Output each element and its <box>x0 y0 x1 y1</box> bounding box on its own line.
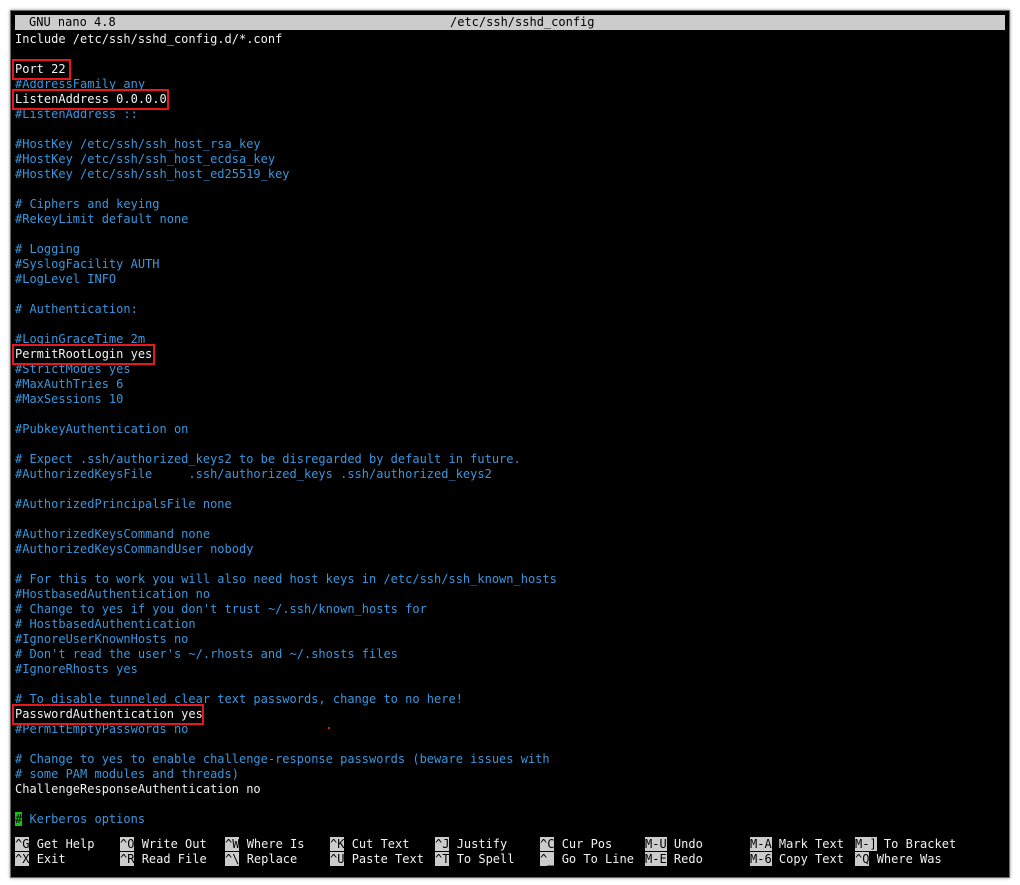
shortcut-item[interactable]: ^U Paste Text <box>330 852 424 867</box>
config-line[interactable]: # HostbasedAuthentication <box>15 617 196 632</box>
file-path: /etc/ssh/sshd_config <box>450 15 595 29</box>
config-line[interactable]: #HostKey /etc/ssh/ssh_host_ed25519_key <box>15 167 290 182</box>
shortcut-item[interactable]: ^_ Go To Line <box>540 852 634 867</box>
config-line[interactable]: #MaxSessions 10 <box>15 392 123 407</box>
config-line[interactable]: PasswordAuthentication yes <box>15 707 203 722</box>
config-line[interactable]: ListenAddress 0.0.0.0 <box>15 92 167 107</box>
config-line[interactable]: Port 22 <box>15 62 66 77</box>
config-line[interactable]: #HostKey /etc/ssh/ssh_host_rsa_key <box>15 137 261 152</box>
shortcut-label: Copy Text <box>778 852 844 866</box>
config-line[interactable]: #MaxAuthTries 6 <box>15 377 123 392</box>
config-line[interactable]: #StrictModes yes <box>15 362 131 377</box>
shortcut-item[interactable]: ^T To Spell <box>435 852 514 867</box>
shortcut-item[interactable]: ^Q Where Was <box>855 852 942 867</box>
config-line[interactable]: #PermitEmptyPasswords no <box>15 722 188 737</box>
config-line[interactable]: # Change to yes if you don't trust ~/.ss… <box>15 602 427 617</box>
config-line[interactable]: ChallengeResponseAuthentication no <box>15 782 261 797</box>
shortcut-key: ^T <box>435 852 450 866</box>
shortcut-label: Where Is <box>246 837 305 851</box>
config-line[interactable]: #AuthorizedPrincipalsFile none <box>15 497 232 512</box>
config-line[interactable]: # Kerberos options <box>15 812 145 827</box>
shortcut-item[interactable]: M-U Undo <box>645 837 703 852</box>
config-line[interactable]: # For this to work you will also need ho… <box>15 572 557 587</box>
shortcut-item[interactable]: ^G Get Help <box>15 837 94 852</box>
shortcut-item[interactable]: ^C Cur Pos <box>540 837 612 852</box>
shortcut-key: ^X <box>15 852 30 866</box>
config-line[interactable]: #HostbasedAuthentication no <box>15 587 210 602</box>
shortcut-key: M-A <box>750 837 772 851</box>
shortcut-item[interactable]: M-E Redo <box>645 852 703 867</box>
config-line[interactable]: #HostKey /etc/ssh/ssh_host_ecdsa_key <box>15 152 275 167</box>
shortcut-label: Exit <box>36 852 66 866</box>
config-line[interactable]: #AddressFamily any <box>15 77 145 92</box>
shortcut-item[interactable]: ^J Justify <box>435 837 507 852</box>
shortcut-item[interactable]: ^O Write Out <box>120 837 207 852</box>
config-line[interactable]: #RekeyLimit default none <box>15 212 188 227</box>
shortcut-item[interactable]: ^R Read File <box>120 852 207 867</box>
shortcut-label: To Bracket <box>883 837 957 851</box>
shortcut-item[interactable]: ^W Where Is <box>225 837 304 852</box>
shortcut-label: To Spell <box>456 852 515 866</box>
shortcut-key: ^O <box>120 837 135 851</box>
shortcut-key: M-E <box>645 852 667 866</box>
config-line[interactable]: #IgnoreUserKnownHosts no <box>15 632 188 647</box>
config-line[interactable]: #SyslogFacility AUTH <box>15 257 160 272</box>
shortcut-key: ^G <box>15 837 30 851</box>
shortcut-key: ^K <box>330 837 345 851</box>
nano-title-bar: GNU nano 4.8 /etc/ssh/sshd_config <box>15 15 1005 30</box>
config-line[interactable]: #AuthorizedKeysFile .ssh/authorized_keys… <box>15 467 492 482</box>
config-line[interactable]: # Authentication: <box>15 302 138 317</box>
shortcut-key: M-6 <box>750 852 772 866</box>
shortcut-label: Go To Line <box>561 852 634 866</box>
config-line[interactable]: #AuthorizedKeysCommandUser nobody <box>15 542 253 557</box>
config-line[interactable]: #IgnoreRhosts yes <box>15 662 138 677</box>
config-line[interactable]: # Logging <box>15 242 80 257</box>
shortcut-key: ^J <box>435 837 450 851</box>
line-text: Kerberos options <box>22 812 146 826</box>
config-line[interactable]: #LogLevel INFO <box>15 272 116 287</box>
shortcut-item[interactable]: ^K Cut Text <box>330 837 409 852</box>
config-line[interactable]: # Don't read the user's ~/.rhosts and ~/… <box>15 647 398 662</box>
shortcut-key: ^_ <box>540 852 555 866</box>
shortcut-key: M-U <box>645 837 667 851</box>
shortcut-key: ^W <box>225 837 240 851</box>
config-line[interactable]: PermitRootLogin yes <box>15 347 152 362</box>
shortcut-item[interactable]: M-] To Bracket <box>855 837 956 852</box>
app-name: GNU nano 4.8 <box>29 15 116 29</box>
config-line[interactable]: # Ciphers and keying <box>15 197 160 212</box>
shortcut-label: Undo <box>673 837 703 851</box>
shortcut-label: Get Help <box>36 837 95 851</box>
shortcut-item[interactable]: M-6 Copy Text <box>750 852 844 867</box>
config-line[interactable]: # some PAM modules and threads) <box>15 767 239 782</box>
shortcut-key: ^U <box>330 852 345 866</box>
config-line[interactable]: # To disable tunneled clear text passwor… <box>15 692 463 707</box>
shortcut-key: ^\ <box>225 852 240 866</box>
shortcut-item[interactable]: ^\ Replace <box>225 852 297 867</box>
config-line[interactable]: Include /etc/ssh/sshd_config.d/*.conf <box>15 32 282 47</box>
shortcut-label: Cut Text <box>351 837 410 851</box>
shortcut-label: Mark Text <box>778 837 844 851</box>
shortcut-label: Cur Pos <box>561 837 613 851</box>
config-line[interactable]: #AuthorizedKeysCommand none <box>15 527 210 542</box>
shortcut-label: Redo <box>673 852 703 866</box>
shortcut-key: M-] <box>855 837 877 851</box>
shortcut-item[interactable]: M-A Mark Text <box>750 837 844 852</box>
config-line[interactable]: #ListenAddress :: <box>15 107 138 122</box>
shortcut-label: Replace <box>246 852 298 866</box>
shortcut-label: Paste Text <box>351 852 424 866</box>
shortcut-key: ^R <box>120 852 135 866</box>
terminal-window: GNU nano 4.8 /etc/ssh/sshd_config Includ… <box>10 10 1010 878</box>
shortcut-label: Read File <box>141 852 207 866</box>
shortcut-key: ^Q <box>855 852 870 866</box>
config-line[interactable]: #PubkeyAuthentication on <box>15 422 188 437</box>
config-line[interactable]: # Change to yes to enable challenge-resp… <box>15 752 550 767</box>
config-line[interactable]: # Expect .ssh/authorized_keys2 to be dis… <box>15 452 521 467</box>
shortcut-key: ^C <box>540 837 555 851</box>
shortcut-label: Justify <box>456 837 508 851</box>
stray-red-dot <box>328 727 330 729</box>
shortcut-label: Write Out <box>141 837 207 851</box>
config-line[interactable]: #LoginGraceTime 2m <box>15 332 145 347</box>
shortcut-label: Where Was <box>876 852 942 866</box>
shortcut-item[interactable]: ^X Exit <box>15 852 66 867</box>
